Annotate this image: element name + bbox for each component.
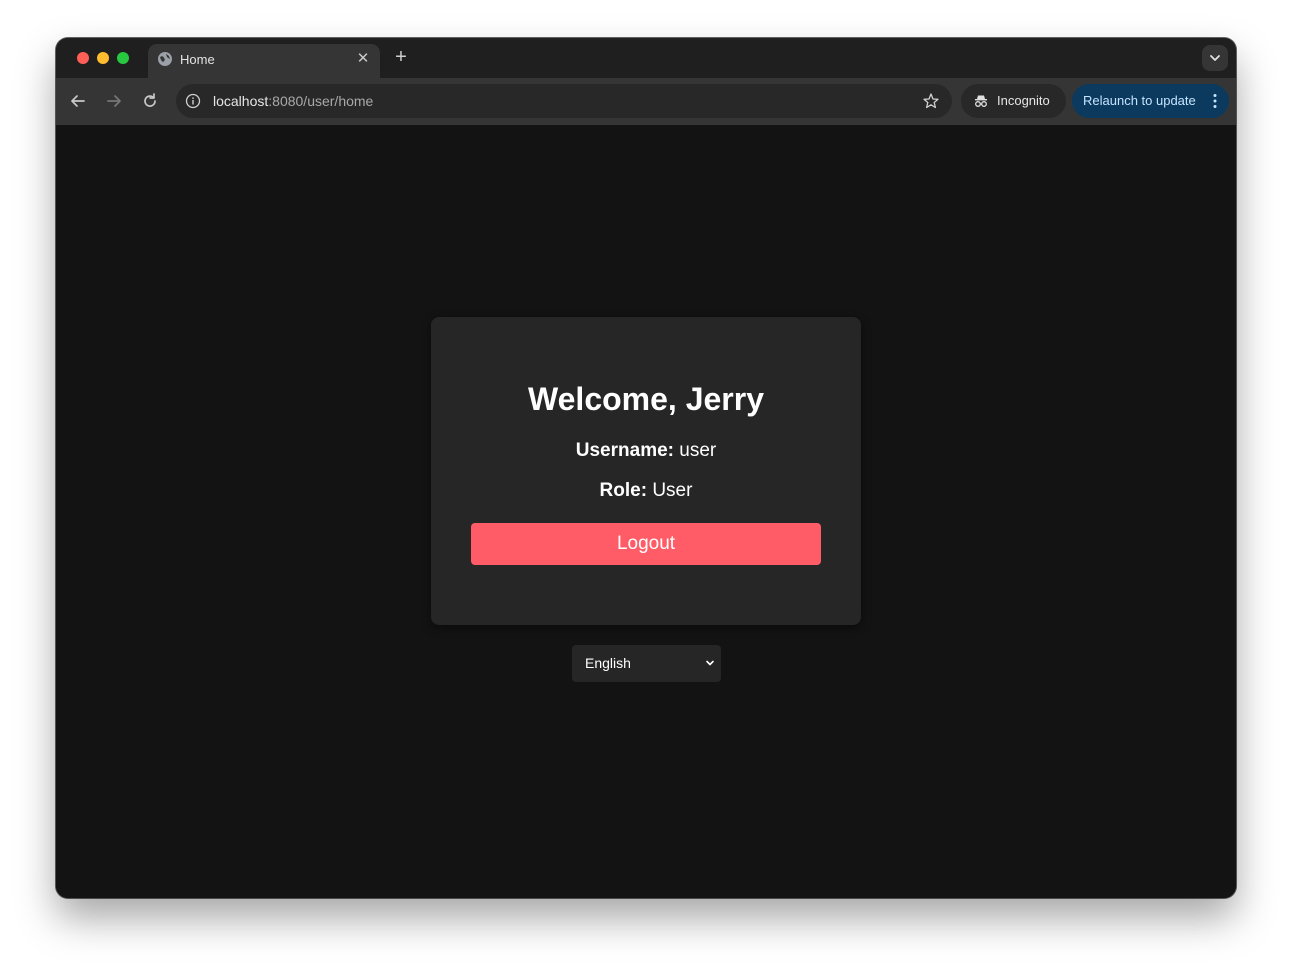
close-window-button[interactable] [77,52,89,64]
language-select[interactable]: English [572,645,721,682]
relaunch-label: Relaunch to update [1083,93,1196,108]
back-arrow-icon[interactable] [68,91,88,111]
info-icon[interactable] [185,93,201,109]
username-label: Username: [575,440,674,461]
incognito-label: Incognito [997,93,1050,108]
welcome-heading: Welcome, Jerry [528,381,764,417]
zoom-window-button[interactable] [117,52,129,64]
tab-home[interactable]: Home ✕ [148,44,380,78]
username-line: Username: user [431,440,861,462]
close-icon[interactable]: ✕ [354,50,372,68]
chevron-down-icon [706,660,714,666]
tab-strip: Home ✕ + [56,38,1236,78]
incognito-indicator[interactable]: Incognito [961,84,1066,118]
browser-toolbar: localhost:8080/user/home Incognito Relau… [56,78,1236,125]
language-select-value: English [585,655,631,671]
username-value: user [679,440,717,461]
incognito-icon [975,95,987,107]
url-path: :8080/user/home [268,93,374,109]
page-content: Welcome, Jerry Username: user Role: User… [56,125,1236,898]
globe-icon [158,52,172,66]
logout-button[interactable]: Logout [471,523,821,565]
chevron-down-icon [1210,55,1220,61]
role-label: Role: [599,480,648,501]
kebab-menu-icon[interactable] [1213,93,1217,109]
relaunch-to-update-button[interactable]: Relaunch to update [1072,84,1229,118]
tab-title: Home [180,52,215,67]
star-icon[interactable] [922,92,940,110]
forward-arrow-icon[interactable] [104,91,124,111]
tab-search-button[interactable] [1202,45,1228,71]
url-host: localhost [213,93,269,109]
url-text[interactable]: localhost:8080/user/home [213,93,373,109]
browser-window: Home ✕ + localhost:8080/user/home Incogn… [56,38,1236,898]
reload-icon[interactable] [140,91,160,111]
address-bar[interactable]: localhost:8080/user/home [176,84,952,118]
welcome-card: Welcome, Jerry Username: user Role: User… [431,317,861,625]
role-line: Role: User [431,480,861,502]
plus-icon[interactable]: + [390,46,412,68]
minimize-window-button[interactable] [97,52,109,64]
role-value: User [652,480,693,501]
